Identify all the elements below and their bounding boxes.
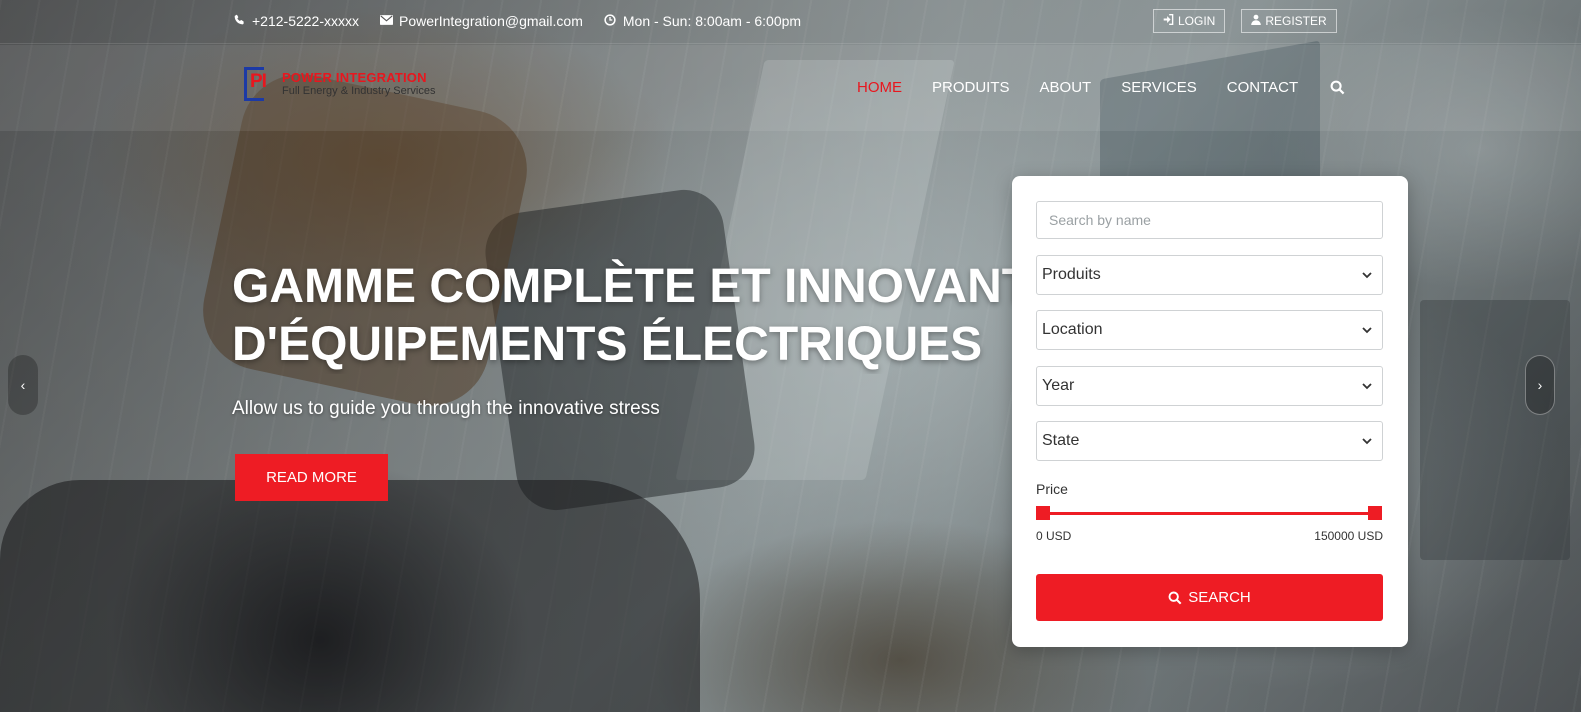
name-search-field[interactable]	[1036, 201, 1383, 239]
search-icon[interactable]	[1330, 79, 1345, 96]
chevron-down-icon	[1362, 327, 1372, 334]
register-button[interactable]: REGISTER	[1241, 9, 1337, 33]
product-select-value: Produits	[1042, 266, 1101, 283]
location-select[interactable]: Location	[1036, 310, 1383, 350]
logo-tagline: Full Energy & Industry Services	[282, 85, 436, 97]
register-label: REGISTER	[1265, 14, 1327, 28]
state-select-value: State	[1042, 432, 1080, 449]
login-label: LOGIN	[1178, 14, 1216, 28]
name-search-input[interactable]	[1049, 212, 1370, 228]
clock-icon	[603, 13, 617, 29]
location-select-value: Location	[1042, 321, 1103, 338]
email-info[interactable]: PowerIntegration@gmail.com	[379, 13, 583, 29]
main-navbar: PI POWER INTEGRATION Full Energy & Indus…	[0, 45, 1581, 131]
login-button[interactable]: LOGIN	[1153, 9, 1226, 33]
logo-mark: PI	[242, 65, 278, 103]
carousel-prev-button[interactable]: ‹	[8, 355, 38, 415]
logo-text: POWER INTEGRATION Full Energy & Industry…	[282, 70, 436, 98]
price-range-track[interactable]	[1043, 512, 1376, 515]
search-button[interactable]: SEARCH	[1036, 574, 1383, 621]
logo-name: POWER INTEGRATION	[282, 70, 427, 85]
user-icon	[1251, 14, 1262, 28]
envelope-icon	[379, 14, 393, 28]
carousel-next-button[interactable]: ›	[1525, 355, 1555, 415]
nav-item-about[interactable]: ABOUT	[1040, 79, 1092, 96]
price-max-label: 150000 USD	[1314, 529, 1383, 543]
auth-links: LOGIN REGISTER	[1153, 9, 1337, 33]
nav-item-home[interactable]: HOME	[857, 79, 902, 96]
top-bar: +212-5222-xxxxx PowerIntegration@gmail.c…	[0, 0, 1581, 44]
search-button-label: SEARCH	[1188, 589, 1251, 606]
phone-icon	[232, 14, 246, 28]
price-label: Price	[1036, 481, 1068, 497]
year-select[interactable]: Year	[1036, 366, 1383, 406]
hours-info: Mon - Sun: 8:00am - 6:00pm	[603, 13, 801, 29]
hero-title-line1: GAMME COMPLÈTE ET INNOVANTE	[232, 260, 1022, 313]
phone-info: +212-5222-xxxxx	[232, 13, 359, 29]
hero-title: GAMME COMPLÈTE ET INNOVANTE D'ÉQUIPEMENT…	[232, 258, 1022, 374]
hero-title-line2: D'ÉQUIPEMENTS ÉLECTRIQUES	[232, 318, 983, 371]
year-select-value: Year	[1042, 377, 1075, 394]
nav-menu: HOME PRODUITS ABOUT SERVICES CONTACT	[857, 79, 1345, 96]
email-text[interactable]: PowerIntegration@gmail.com	[399, 13, 583, 29]
background-shape	[1420, 300, 1570, 560]
read-more-button[interactable]: READ MORE	[235, 454, 388, 501]
nav-item-produits[interactable]: PRODUITS	[932, 79, 1010, 96]
search-icon	[1168, 591, 1182, 604]
price-max-handle[interactable]	[1368, 506, 1382, 520]
contact-info: +212-5222-xxxxx PowerIntegration@gmail.c…	[232, 13, 801, 29]
chevron-down-icon	[1362, 438, 1372, 445]
price-min-handle[interactable]	[1036, 506, 1050, 520]
chevron-down-icon	[1362, 272, 1372, 279]
hero-subtitle: Allow us to guide you through the innova…	[232, 398, 660, 419]
product-select[interactable]: Produits	[1036, 255, 1383, 295]
property-search-card: Produits Location Year State Price 0 USD…	[1012, 176, 1408, 647]
chevron-right-icon: ›	[1537, 377, 1543, 393]
nav-item-services[interactable]: SERVICES	[1121, 79, 1197, 96]
nav-item-contact[interactable]: CONTACT	[1227, 79, 1298, 96]
chevron-down-icon	[1362, 383, 1372, 390]
chevron-left-icon: ‹	[20, 377, 26, 393]
hours-text: Mon - Sun: 8:00am - 6:00pm	[622, 13, 802, 29]
state-select[interactable]: State	[1036, 421, 1383, 461]
sign-in-icon	[1163, 14, 1174, 28]
site-logo[interactable]: PI POWER INTEGRATION Full Energy & Indus…	[242, 65, 435, 103]
price-min-label: 0 USD	[1036, 529, 1072, 543]
phone-text: +212-5222-xxxxx	[252, 13, 360, 29]
background-shape	[0, 480, 700, 712]
